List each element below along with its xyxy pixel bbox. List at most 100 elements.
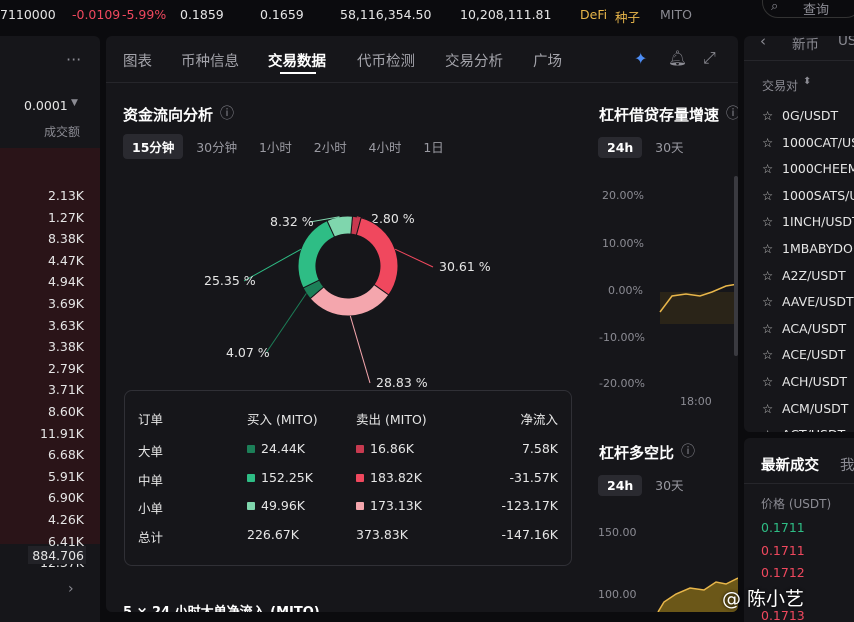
star-icon[interactable]: ☆ bbox=[762, 268, 776, 283]
margin-period-30d[interactable]: 30天 bbox=[646, 134, 692, 159]
tab-latest-trades[interactable]: 最新成交 bbox=[761, 454, 819, 475]
pair-header[interactable]: 交易对 bbox=[762, 77, 798, 94]
pair-row[interactable]: ☆ AAVE/USDT bbox=[762, 294, 854, 309]
period-30m[interactable]: 30分钟 bbox=[187, 134, 246, 159]
tab-trading-data[interactable]: 交易数据 bbox=[268, 50, 326, 71]
sell-value: 183.82K bbox=[370, 469, 422, 485]
pair-row[interactable]: ☆ ACE/USDT bbox=[762, 347, 846, 362]
tab-coin-info[interactable]: 币种信息 bbox=[181, 50, 239, 71]
pair-row[interactable]: ☆ ACA/USDT bbox=[762, 321, 846, 336]
tab-divider bbox=[106, 82, 738, 83]
row-buy: 226.67K bbox=[247, 527, 299, 542]
info-icon[interactable]: ⓘ bbox=[726, 103, 738, 123]
tag-seed[interactable]: 种子 bbox=[615, 7, 640, 26]
ticker-volume: 58,116,354.50 bbox=[340, 7, 432, 22]
precision-select[interactable]: 0.0001 bbox=[24, 98, 68, 113]
y-tick: 150.00 bbox=[598, 526, 637, 539]
divider bbox=[744, 60, 854, 61]
search-placeholder: 查询 bbox=[803, 3, 830, 18]
info-icon[interactable]: ⓘ bbox=[220, 103, 234, 123]
order-flow-table: 订单 买入 (MITO) 卖出 (MITO) 净流入 大单 24.44K 16.86… bbox=[124, 390, 572, 566]
star-icon[interactable]: ☆ bbox=[762, 188, 776, 203]
ls-period-24h[interactable]: 24h bbox=[598, 475, 643, 496]
row-label: 大单 bbox=[138, 444, 164, 459]
row-net: 7.58K bbox=[521, 441, 558, 456]
ls-period-30d[interactable]: 30天 bbox=[646, 472, 692, 497]
donut-slice bbox=[297, 219, 336, 289]
chevron-left-icon[interactable]: ‹ bbox=[760, 36, 766, 50]
pair-row[interactable]: ☆ ACH/USDT bbox=[762, 374, 847, 389]
bell-icon[interactable]: 🔔︎ bbox=[668, 49, 687, 67]
sort-icon[interactable]: ⬍ bbox=[803, 76, 811, 87]
tab-chart[interactable]: 图表 bbox=[123, 50, 152, 71]
pair-row[interactable]: ☆ 0G/USDT bbox=[762, 108, 838, 123]
ask-row-amount: 3.69K bbox=[47, 296, 84, 311]
period-15m[interactable]: 15分钟 bbox=[123, 134, 184, 159]
ai-sparkle-icon[interactable]: ✦ bbox=[634, 49, 647, 68]
star-icon[interactable]: ☆ bbox=[762, 321, 776, 336]
expand-icon[interactable]: ⤢ bbox=[703, 48, 716, 68]
star-icon[interactable]: ☆ bbox=[762, 214, 776, 229]
star-icon[interactable]: ☆ bbox=[762, 374, 776, 389]
trade-price: 0.1711 bbox=[761, 543, 805, 558]
row-net: -123.17K bbox=[501, 498, 558, 513]
turnover-header: 成交额 bbox=[44, 125, 81, 139]
star-icon[interactable]: ☆ bbox=[762, 161, 776, 176]
tag-defi[interactable]: DeFi bbox=[580, 7, 607, 22]
pair-row[interactable]: ☆ 1000CHEEM bbox=[762, 161, 854, 176]
pair-row[interactable]: ☆ 1000CAT/US bbox=[762, 135, 854, 150]
pair-row[interactable]: ☆ 1INCH/USDT bbox=[762, 214, 854, 229]
x-tick: 18:00 bbox=[680, 395, 712, 408]
star-icon[interactable]: ☆ bbox=[762, 401, 776, 416]
tag-symbol: MITO bbox=[660, 7, 692, 22]
pair-symbol: AAVE/USDT bbox=[782, 294, 854, 310]
more-icon[interactable]: ··· bbox=[66, 50, 81, 69]
ask-row-amount: 1.27K bbox=[47, 209, 84, 225]
flow-title: 资金流向分析 bbox=[123, 106, 214, 124]
buy-value: 152.25K bbox=[261, 469, 313, 485]
last-price: 884.706 bbox=[32, 548, 84, 563]
chevron-down-icon[interactable]: ▼ bbox=[71, 98, 78, 108]
pair-row[interactable]: ☆ ACT/USDT bbox=[762, 427, 845, 432]
fund-flow-donut-chart: 2.80 % 30.61 % 28.83 % 4.07 % 25.35 % 8.32 % bbox=[204, 211, 491, 390]
scrollbar[interactable] bbox=[734, 176, 738, 356]
row-sell: 16.86K bbox=[356, 441, 414, 456]
period-2h[interactable]: 2小时 bbox=[305, 134, 356, 159]
tab-my-trades[interactable]: 我 bbox=[840, 454, 854, 475]
ask-row-amount: 6.90K bbox=[47, 490, 84, 506]
period-1h[interactable]: 1小时 bbox=[250, 134, 301, 159]
price-header: 价格 (USDT) bbox=[761, 497, 832, 511]
ask-row-amount: 6.68K bbox=[47, 447, 84, 463]
buy-value: 49.96K bbox=[261, 498, 305, 513]
tab-trade-analysis[interactable]: 交易分析 bbox=[445, 50, 503, 71]
info-icon[interactable]: ⓘ bbox=[681, 441, 695, 461]
search-box[interactable]: ⌕ 查询 bbox=[762, 0, 854, 18]
star-icon[interactable]: ☆ bbox=[762, 294, 776, 309]
long-short-title: 杠杆多空比 bbox=[599, 444, 675, 462]
pair-row[interactable]: ☆ 1MBABYDO bbox=[762, 241, 853, 256]
pair-row[interactable]: ☆ ACM/USDT bbox=[762, 401, 848, 416]
period-4h[interactable]: 4小时 bbox=[360, 134, 411, 159]
pair-row[interactable]: ☆ 1000SATS/U bbox=[762, 188, 854, 203]
pair-symbol: 1000CHEEM bbox=[782, 161, 854, 177]
search-icon: ⌕ bbox=[771, 0, 779, 14]
period-1d[interactable]: 1日 bbox=[414, 134, 452, 159]
trade-price: 0.1711 bbox=[761, 520, 805, 535]
star-icon[interactable]: ☆ bbox=[762, 427, 776, 432]
pair-symbol: ACM/USDT bbox=[782, 400, 849, 416]
chevron-right-icon[interactable]: › bbox=[68, 581, 74, 597]
margin-period-24h[interactable]: 24h bbox=[598, 137, 643, 158]
tab-us[interactable]: US bbox=[838, 36, 854, 49]
star-icon[interactable]: ☆ bbox=[762, 108, 776, 123]
ask-row-amount: 8.38K bbox=[47, 231, 84, 247]
tab-new-coins[interactable]: 新币 bbox=[792, 36, 819, 53]
tab-square[interactable]: 广场 bbox=[533, 50, 562, 71]
pair-row[interactable]: ☆ A2Z/USDT bbox=[762, 268, 846, 283]
star-icon[interactable]: ☆ bbox=[762, 241, 776, 256]
col-buy: 买入 (MITO) bbox=[247, 412, 318, 427]
row-sell: 373.83K bbox=[356, 527, 408, 542]
tab-token-check[interactable]: 代币检测 bbox=[357, 50, 415, 71]
star-icon[interactable]: ☆ bbox=[762, 135, 776, 150]
large-order-title: 5 × 24 小时大单净流入 (MITO) bbox=[123, 601, 320, 612]
star-icon[interactable]: ☆ bbox=[762, 347, 776, 362]
